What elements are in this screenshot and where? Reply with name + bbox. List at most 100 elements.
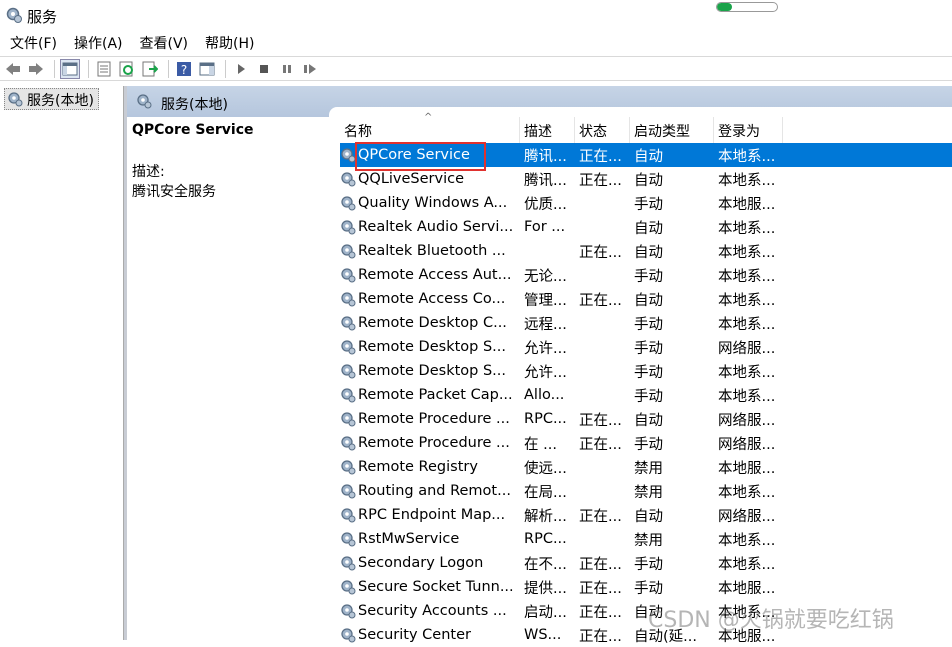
service-description: RPC...	[524, 531, 567, 547]
menu-view[interactable]: 查看(V)	[140, 33, 189, 53]
menu-file[interactable]: 文件(F)	[10, 33, 57, 53]
service-name-cell: QQLiveService	[340, 171, 520, 187]
service-name: Remote Access Aut...	[358, 267, 512, 283]
service-row[interactable]: Routing and Remot... 在局... 禁用 本地系...	[340, 479, 952, 503]
service-name: Secure Socket Tunn...	[358, 579, 514, 595]
pane-header-title: 服务(本地)	[161, 97, 228, 113]
service-gear-icon	[341, 460, 356, 475]
toolbar-separator	[168, 59, 169, 78]
start-service-button[interactable]	[231, 59, 251, 79]
service-gear-icon	[341, 580, 356, 595]
toolbar-separator	[225, 59, 226, 78]
service-name-cell: Security Center	[340, 627, 520, 643]
service-row[interactable]: Remote Desktop S... 允许... 手动 本地系...	[340, 359, 952, 383]
column-header-log-on-as[interactable]: 登录为	[714, 117, 783, 143]
service-description: 在局...	[524, 484, 567, 501]
service-row[interactable]: Remote Procedure ... RPC... 正在... 自动 网络服...	[340, 407, 952, 431]
service-row[interactable]: Secure Socket Tunn... 提供... 正在... 手动 本地服...	[340, 575, 952, 599]
service-name: Security Center	[358, 627, 471, 643]
tree-item-services-local[interactable]: 服务(本地)	[4, 88, 99, 110]
menu-help[interactable]: 帮助(H)	[205, 33, 254, 53]
help-icon: ?	[177, 61, 191, 77]
service-gear-icon	[341, 628, 356, 643]
service-row[interactable]: RstMwService RPC... 禁用 本地系...	[340, 527, 952, 551]
service-description: Allo...	[524, 387, 565, 403]
forward-button[interactable]	[26, 59, 46, 79]
refresh-button[interactable]	[117, 59, 137, 79]
service-log-on-as: 本地系...	[718, 292, 776, 309]
column-header-description[interactable]: 描述	[520, 117, 575, 143]
services-gear-icon	[8, 92, 23, 107]
service-gear-icon	[341, 364, 356, 379]
service-gear-icon	[341, 268, 356, 283]
service-startup-type: 禁用	[634, 532, 663, 549]
back-arrow-icon	[6, 62, 20, 75]
service-status: 正在...	[579, 244, 622, 261]
service-description: 允许...	[524, 364, 567, 381]
back-button[interactable]	[3, 59, 23, 79]
menu-action[interactable]: 操作(A)	[74, 33, 123, 53]
service-startup-type: 手动	[634, 436, 663, 453]
service-log-on-as: 本地服...	[718, 196, 776, 213]
show-hide-console-tree-button[interactable]	[60, 58, 80, 79]
list-tab-edge	[329, 107, 952, 117]
service-row[interactable]: QQLiveService 腾讯... 正在... 自动 本地系...	[340, 167, 952, 191]
export-list-button[interactable]	[140, 59, 160, 79]
service-row[interactable]: Secondary Logon 在不... 正在... 手动 本地系...	[340, 551, 952, 575]
service-description: 启动...	[524, 604, 567, 621]
service-startup-type: 自动	[634, 172, 663, 189]
service-row[interactable]: Quality Windows A... 优质... 手动 本地服...	[340, 191, 952, 215]
service-row[interactable]: Remote Procedure ... 在 ... 正在... 手动 网络服...	[340, 431, 952, 455]
service-startup-type: 手动	[634, 388, 663, 405]
svg-text:?: ?	[181, 63, 187, 77]
service-description: 使远...	[524, 460, 567, 477]
service-name-cell: RPC Endpoint Map...	[340, 507, 520, 523]
stop-service-button[interactable]	[254, 59, 274, 79]
service-description: 在 ...	[524, 436, 557, 453]
service-row[interactable]: QPCore Service 腾讯... 正在... 自动 本地系...	[340, 143, 952, 167]
help-button[interactable]: ?	[174, 59, 194, 79]
service-row[interactable]: Remote Desktop C... 远程... 手动 本地系...	[340, 311, 952, 335]
restart-service-button[interactable]	[300, 59, 320, 79]
service-row[interactable]: Realtek Bluetooth ... 正在... 自动 本地系...	[340, 239, 952, 263]
service-status: 正在...	[579, 148, 622, 165]
service-row[interactable]: RPC Endpoint Map... 解析... 正在... 自动 网络服...	[340, 503, 952, 527]
service-name: Remote Registry	[358, 459, 478, 475]
properties-button[interactable]	[94, 59, 114, 79]
service-startup-type: 手动	[634, 268, 663, 285]
service-status: 正在...	[579, 508, 622, 525]
service-startup-type: 禁用	[634, 460, 663, 477]
progress-fill	[717, 3, 732, 11]
title-bar: 服务	[0, 0, 952, 30]
service-description: 远程...	[524, 316, 567, 333]
service-name-cell: Quality Windows A...	[340, 195, 520, 211]
service-row[interactable]: Remote Desktop S... 允许... 手动 网络服...	[340, 335, 952, 359]
service-row[interactable]: Remote Access Aut... 无论... 手动 本地系...	[340, 263, 952, 287]
service-log-on-as: 本地系...	[718, 172, 776, 189]
action-pane-icon	[199, 62, 215, 75]
tree-item-label: 服务(本地)	[27, 93, 94, 109]
service-status: 正在...	[579, 412, 622, 429]
action-pane-button[interactable]	[197, 59, 217, 79]
toolbar: ?	[0, 56, 952, 81]
service-log-on-as: 本地系...	[718, 532, 776, 549]
service-status: 正在...	[579, 604, 622, 621]
service-startup-type: 手动	[634, 556, 663, 573]
service-description: For ...	[524, 219, 566, 235]
service-row[interactable]: Remote Access Co... 管理... 正在... 自动 本地系...	[340, 287, 952, 311]
pause-service-button[interactable]	[277, 59, 297, 79]
service-description: 无论...	[524, 268, 567, 285]
refresh-icon	[119, 61, 133, 76]
service-name-cell: QPCore Service	[340, 147, 520, 163]
service-name-cell: Realtek Bluetooth ...	[340, 243, 520, 259]
column-header-startup-type[interactable]: 启动类型	[630, 117, 714, 143]
column-header-status[interactable]: 状态	[575, 117, 630, 143]
service-description: 解析...	[524, 508, 567, 525]
service-row[interactable]: Realtek Audio Servi... For ... 自动 本地系...	[340, 215, 952, 239]
service-row[interactable]: Remote Packet Cap... Allo... 手动 本地系...	[340, 383, 952, 407]
service-gear-icon	[341, 244, 356, 259]
services-pane: 服务(本地) QPCore Service 描述: 腾讯安全服务 ^ 名称 描述…	[127, 86, 952, 645]
service-row[interactable]: Remote Registry 使远... 禁用 本地服...	[340, 455, 952, 479]
service-log-on-as: 本地系...	[718, 244, 776, 261]
service-log-on-as: 本地系...	[718, 484, 776, 501]
